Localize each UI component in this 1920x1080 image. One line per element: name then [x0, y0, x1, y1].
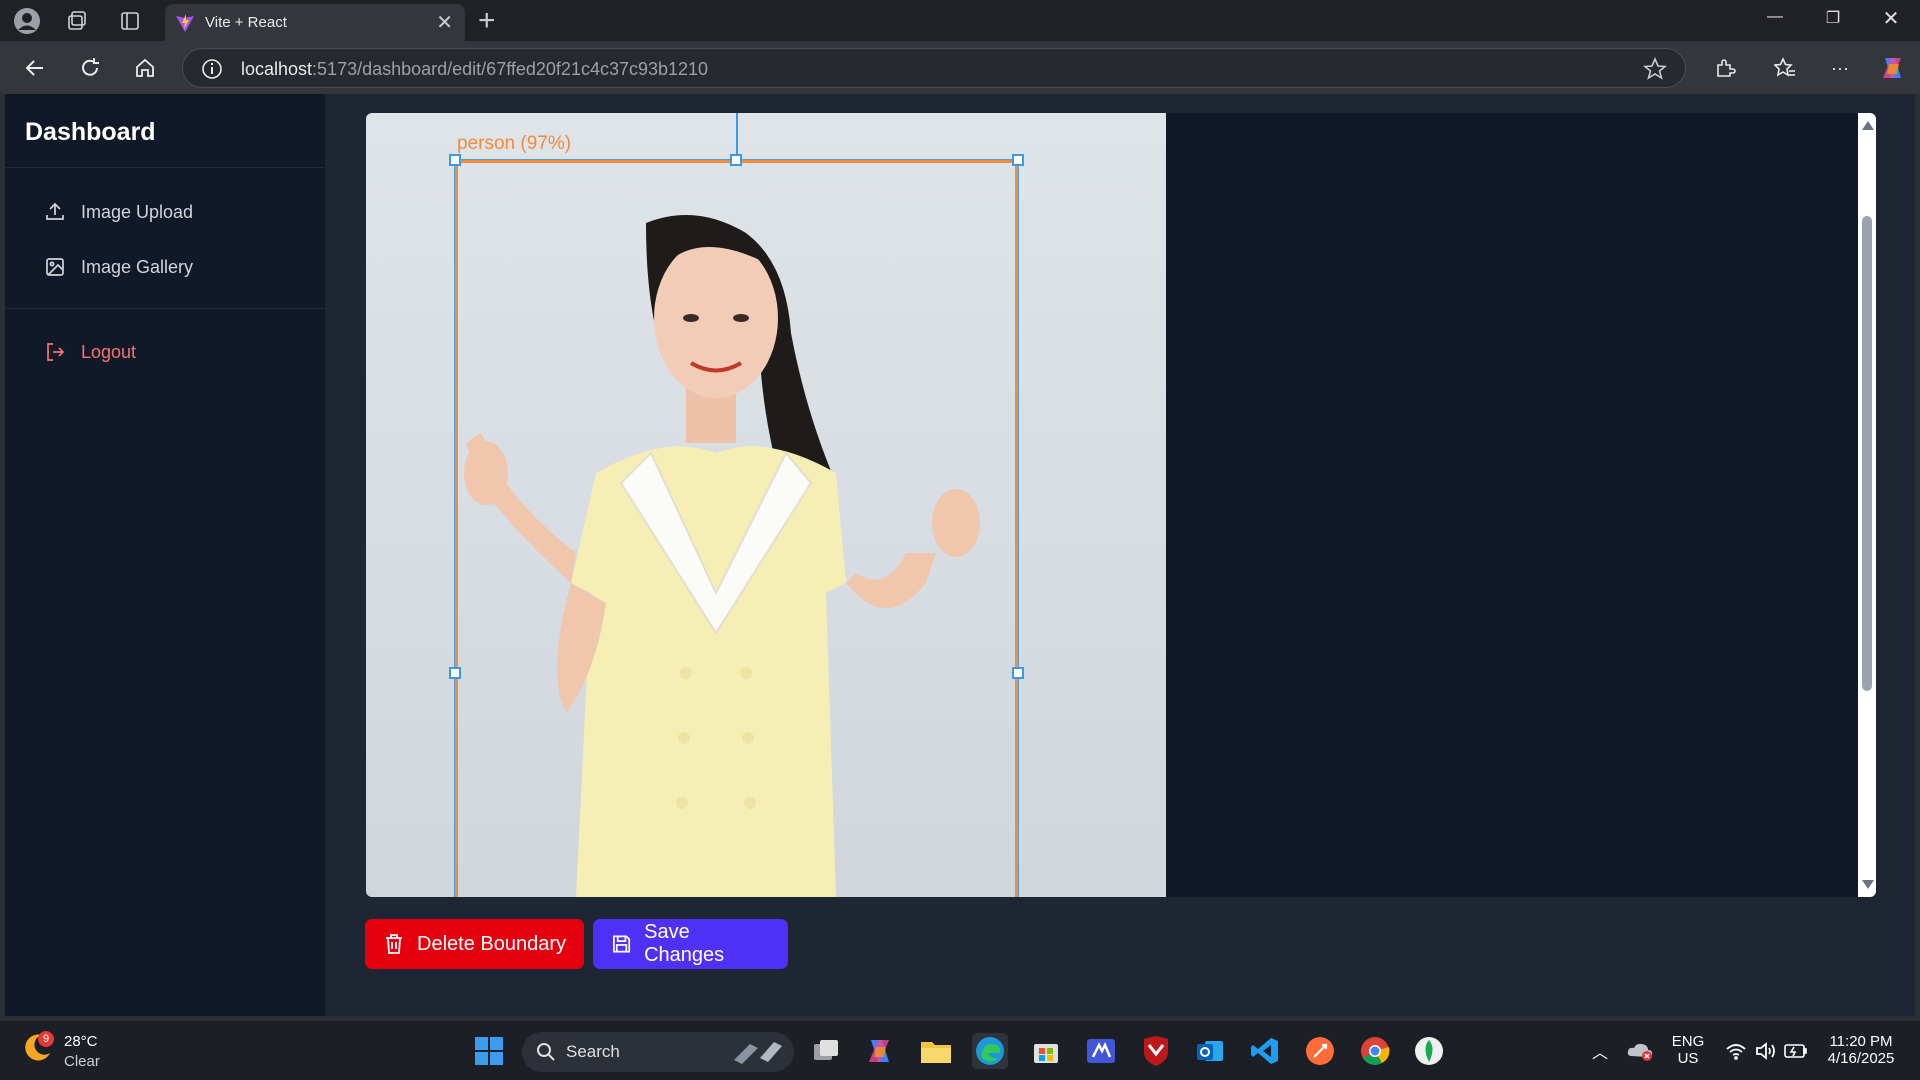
scroll-down-icon[interactable] [1862, 880, 1874, 889]
site-info-icon[interactable] [201, 58, 223, 80]
browser-tab-bar: Vite + React ✕ + — ❐ ✕ [0, 0, 1920, 41]
restore-icon[interactable]: ❐ [1810, 8, 1856, 28]
back-icon[interactable] [20, 53, 50, 83]
favorite-star-icon[interactable] [1643, 57, 1667, 81]
resize-handle-top-center[interactable] [730, 154, 742, 166]
delete-boundary-button[interactable]: Delete Boundary [365, 919, 584, 969]
vite-logo-icon [176, 14, 194, 32]
show-hidden-icons-icon[interactable]: ︿ [1582, 1033, 1618, 1069]
sidebar-item-image-upload[interactable]: Image Upload [45, 197, 193, 227]
scrollbar-thumb[interactable] [1862, 216, 1872, 691]
trash-icon [386, 934, 402, 954]
resize-handle-top-right[interactable] [1012, 154, 1024, 166]
sidebar-item-label: Image Upload [81, 201, 194, 222]
reload-icon[interactable] [75, 53, 105, 83]
close-window-icon[interactable]: ✕ [1868, 6, 1914, 31]
start-menu-icon[interactable] [471, 1033, 507, 1069]
chrome-icon[interactable] [1357, 1033, 1393, 1069]
scroll-up-icon[interactable] [1862, 121, 1874, 130]
delete-boundary-label: Delete Boundary [417, 932, 566, 955]
language-indicator[interactable]: ENG US [1668, 1033, 1708, 1067]
tab-title: Vite + React [205, 14, 287, 31]
sidebar-divider [5, 308, 325, 309]
powerautomate-icon[interactable] [1083, 1033, 1119, 1069]
upload-icon [46, 202, 64, 220]
address-bar[interactable]: localhost:5173/dashboard/edit/67ffed20f2… [182, 48, 1686, 88]
battery-icon[interactable] [1778, 1033, 1814, 1069]
browser-toolbar: localhost:5173/dashboard/edit/67ffed20f2… [0, 41, 1920, 94]
minimize-icon[interactable]: — [1752, 8, 1798, 26]
workspaces-icon[interactable] [62, 6, 92, 36]
canvas-scrollbar[interactable] [1858, 113, 1876, 897]
search-highlight-icon [734, 1042, 782, 1064]
detection-label: person (97%) [457, 133, 572, 154]
logout-label: Logout [81, 341, 137, 362]
edge-browser-icon[interactable] [972, 1033, 1008, 1069]
profile-icon[interactable] [12, 6, 42, 36]
favorites-icon[interactable] [1770, 53, 1800, 83]
extensions-icon[interactable] [1710, 53, 1740, 83]
task-view-icon[interactable] [808, 1033, 844, 1069]
main-content: person (97%) Delete Boundary Save Change… [325, 94, 1915, 1016]
weather-badge: 9 [38, 1031, 54, 1047]
bounding-box[interactable] [454, 159, 1019, 897]
resize-handle-middle-right[interactable] [1012, 667, 1024, 679]
vscode-icon[interactable] [1247, 1033, 1283, 1069]
vertical-tabs-icon[interactable] [115, 6, 145, 36]
sidebar-item-image-gallery[interactable]: Image Gallery [45, 252, 193, 282]
file-explorer-icon[interactable] [918, 1033, 954, 1069]
sidebar-item-logout[interactable]: Logout [45, 337, 136, 367]
windows-taskbar: 9 28°C Clear Search ︿ ENG US 11:20 PM 4/… [0, 1020, 1920, 1080]
sidebar-divider [5, 167, 325, 168]
home-icon[interactable] [130, 53, 160, 83]
url-text: localhost:5173/dashboard/edit/67ffed20f2… [241, 59, 709, 79]
sidebar-brand: Dashboard [25, 118, 156, 146]
logout-icon [47, 343, 65, 361]
copilot-icon[interactable] [1878, 53, 1908, 83]
copilot-taskbar-icon[interactable] [862, 1033, 898, 1069]
resize-handle-top-left[interactable] [449, 154, 461, 166]
save-icon [613, 935, 631, 953]
clock-date: 4/16/2025 [1827, 1050, 1895, 1067]
mongodb-compass-icon[interactable] [1411, 1033, 1447, 1069]
language-code: ENG [1671, 1033, 1705, 1050]
new-tab-button[interactable]: + [478, 4, 496, 38]
more-options-icon[interactable]: ··· [1825, 53, 1855, 83]
clock-time: 11:20 PM [1829, 1033, 1893, 1050]
sidebar-item-label: Image Gallery [81, 256, 194, 277]
resize-handle-middle-left[interactable] [449, 667, 461, 679]
taskbar-search-label: Search [566, 1042, 620, 1061]
image-editor-canvas[interactable]: person (97%) [366, 113, 1876, 897]
browser-tab-active[interactable]: Vite + React ✕ [165, 4, 465, 41]
weather-temp: 28°C [64, 1033, 98, 1050]
outlook-icon[interactable] [1192, 1033, 1228, 1069]
region-code: US [1677, 1050, 1699, 1067]
sidebar: Dashboard Image Upload Image Gallery Log… [5, 94, 325, 1016]
image-icon [46, 258, 64, 276]
onedrive-error-icon[interactable] [1622, 1033, 1658, 1069]
app-root: Dashboard Image Upload Image Gallery Log… [5, 94, 1915, 1016]
search-icon [537, 1043, 555, 1061]
weather-widget[interactable]: 9 28°C Clear [22, 1031, 100, 1070]
microsoft-store-icon[interactable] [1028, 1033, 1064, 1069]
postman-icon[interactable] [1302, 1033, 1338, 1069]
weather-condition: Clear [64, 1053, 100, 1070]
save-changes-button[interactable]: Save Changes [593, 919, 788, 969]
save-changes-label: Save Changes [644, 921, 725, 966]
clock[interactable]: 11:20 PM 4/16/2025 [1816, 1033, 1906, 1067]
mcafee-icon[interactable] [1138, 1033, 1174, 1069]
close-tab-icon[interactable]: ✕ [436, 10, 453, 35]
taskbar-search[interactable]: Search [522, 1032, 794, 1072]
